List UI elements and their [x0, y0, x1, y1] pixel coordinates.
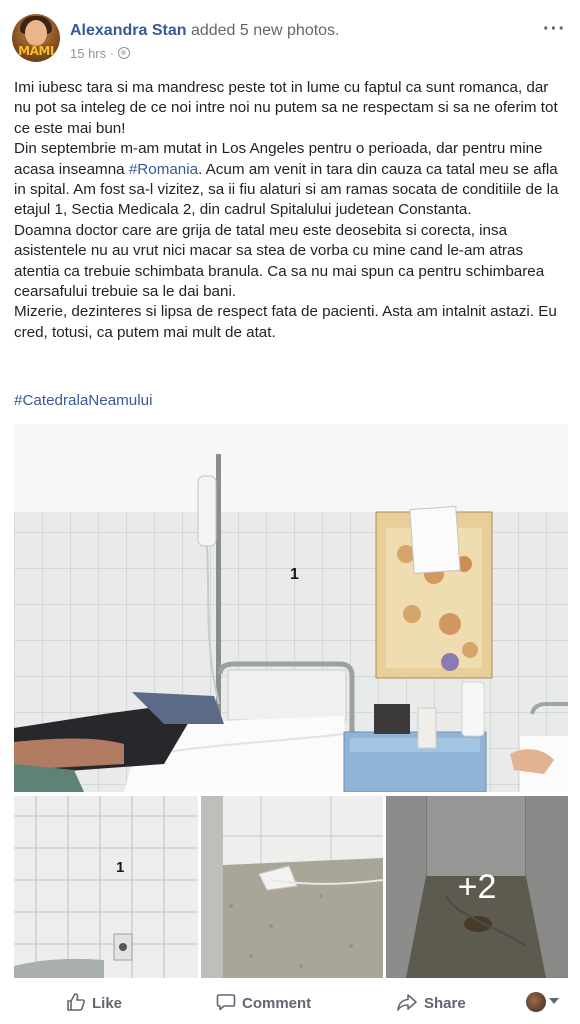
like-label: Like — [92, 995, 123, 1012]
post-paragraph: Imi iubesc tara si ma mandresc peste tot… — [14, 79, 558, 137]
tiled-wall-illustration: 1 — [14, 796, 198, 978]
comment-label: Comment — [242, 995, 312, 1012]
photo-thumbnail-floor[interactable] — [201, 796, 383, 978]
globe-icon[interactable] — [117, 47, 130, 59]
hospital-room-illustration: 1 — [14, 424, 568, 792]
chevron-down-icon[interactable] — [549, 998, 559, 1004]
share-label: Share — [424, 995, 466, 1012]
more-options-button[interactable]: ··· — [543, 18, 566, 41]
floor-corner-illustration — [201, 796, 383, 978]
share-button[interactable]: Share — [396, 992, 466, 1012]
post-actions-bar: Like Comment Share — [0, 984, 580, 1020]
post-timestamp[interactable]: 15 hrs — [70, 46, 106, 61]
main-photo[interactable]: 1 — [14, 424, 568, 792]
viewer-avatar[interactable] — [526, 992, 546, 1012]
photo-thumbnail-tiles[interactable]: 1 — [14, 796, 198, 978]
share-arrow-icon — [397, 994, 417, 1011]
post-meta: 15 hrs · — [70, 46, 130, 61]
meta-separator: · — [109, 46, 115, 61]
comment-bubble-icon — [216, 994, 236, 1011]
paragraph-text: . Acum am venit in tara din cauza ca tat… — [198, 160, 480, 178]
room-number-text: 1 — [290, 566, 299, 583]
author-avatar[interactable]: MAMI — [12, 14, 60, 62]
post-paragraph: Doamna doctor care are grija de tatal me… — [14, 221, 545, 301]
photo-thumbnail-more[interactable]: +2 — [386, 796, 568, 978]
room-number-text: 1 — [116, 859, 124, 876]
author-name-link[interactable]: Alexandra Stan — [70, 22, 186, 39]
post-action-text: added 5 new photos. — [190, 22, 340, 39]
like-button[interactable]: Like — [66, 992, 122, 1012]
avatar-text: MAMI — [18, 44, 54, 58]
post-paragraph: Mizerie, dezinteres si lipsa de respect … — [14, 303, 557, 341]
post-header: MAMI Alexandra Stan added 5 new photos. … — [12, 14, 568, 66]
post-paragraph-with-hashtag: Din septembrie m-am mutat in Los Angeles… — [14, 139, 566, 221]
hashtag-catedrala-link[interactable]: #CatedralaNeamului — [14, 392, 152, 409]
avatar-face — [25, 20, 47, 46]
comment-button[interactable]: Comment — [216, 992, 311, 1012]
hashtag-romania-link[interactable]: #Romania — [129, 161, 198, 178]
thumbs-up-icon — [67, 993, 85, 1011]
more-photos-overlay[interactable]: +2 — [386, 796, 568, 978]
author-line: Alexandra Stan added 5 new photos. — [70, 22, 340, 40]
facebook-post: MAMI Alexandra Stan added 5 new photos. … — [0, 0, 580, 1024]
post-text: Imi iubesc tara si ma mandresc peste tot… — [14, 78, 566, 343]
